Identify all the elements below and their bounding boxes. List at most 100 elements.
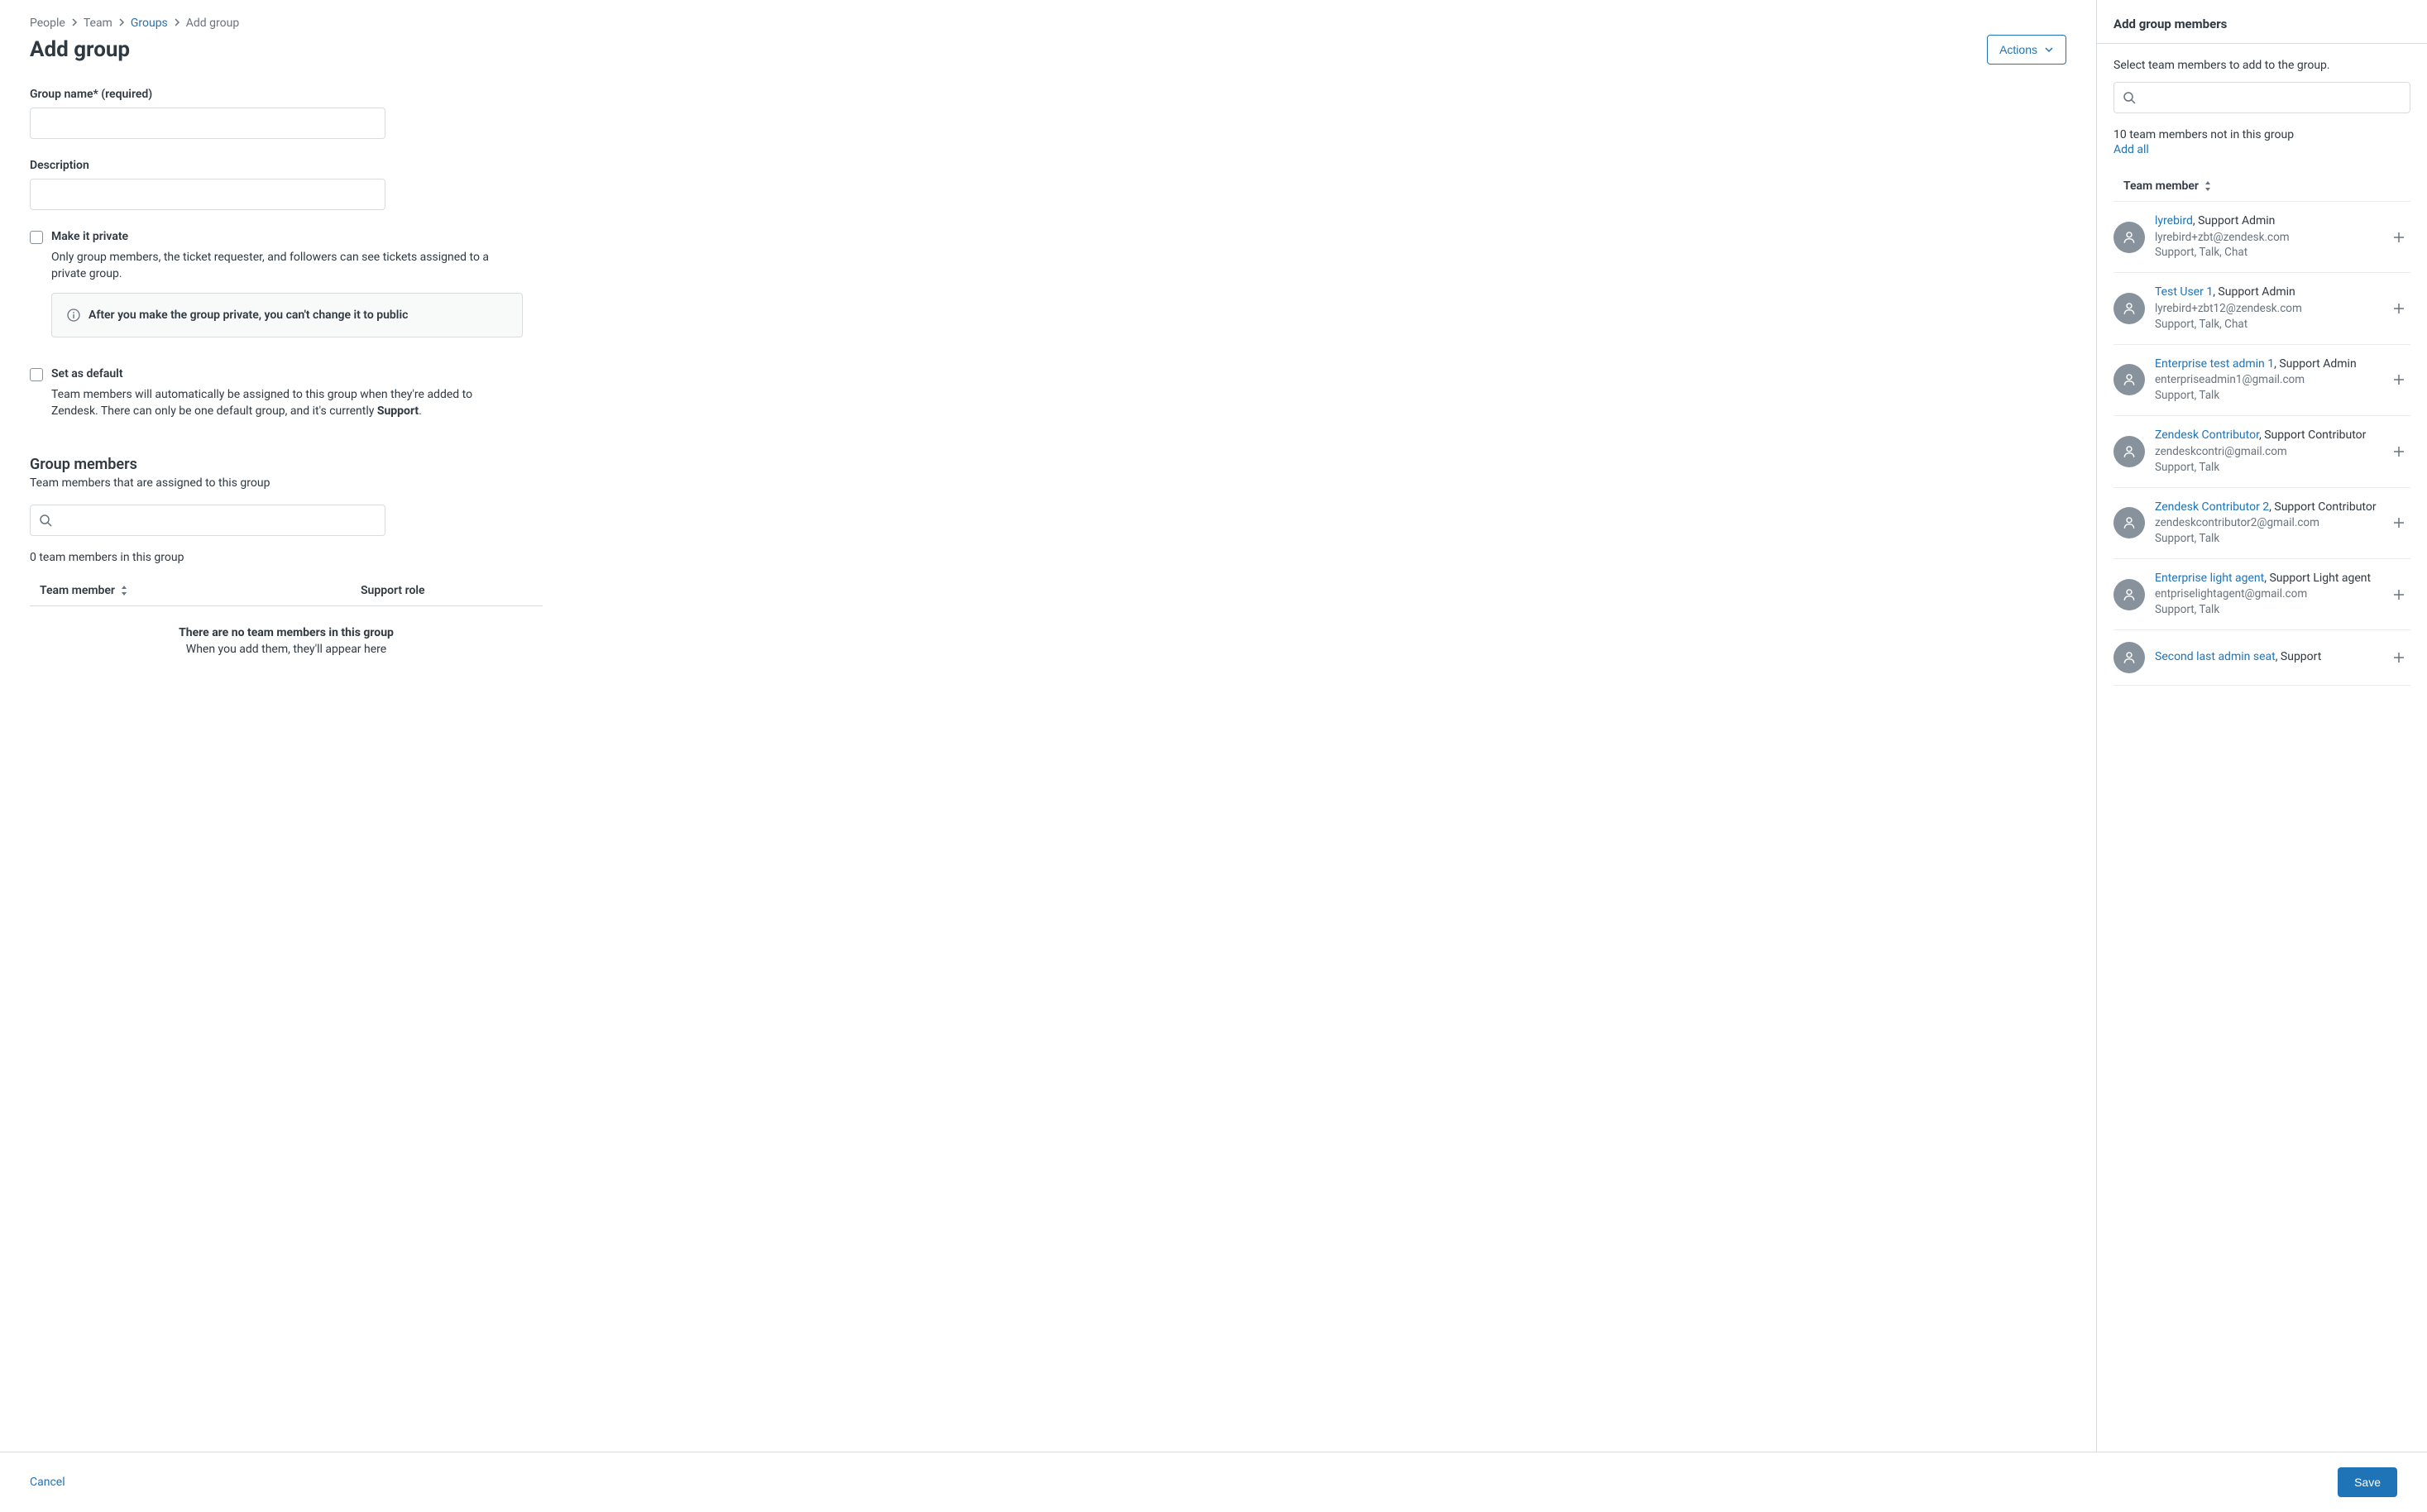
set-default-label[interactable]: Set as default: [51, 367, 123, 380]
group-members-title: Group members: [30, 456, 2066, 473]
member-name-link[interactable]: Zendesk Contributor 2: [2155, 500, 2269, 514]
chevron-right-icon: [70, 17, 79, 30]
member-row: Enterprise light agent, Support Light ag…: [2113, 559, 2410, 630]
member-products: Support, Talk: [2155, 388, 2377, 404]
breadcrumb-people[interactable]: People: [30, 17, 65, 30]
member-name-link[interactable]: Enterprise light agent: [2155, 572, 2264, 585]
member-email: entpriselightagent@gmail.com: [2155, 586, 2377, 602]
breadcrumb-current: Add group: [186, 17, 239, 30]
save-button[interactable]: Save: [2338, 1467, 2397, 1497]
sidebar-search[interactable]: [2113, 82, 2410, 113]
breadcrumb: People Team Groups Add group: [30, 17, 2066, 30]
member-name-link[interactable]: Zendesk Contributor: [2155, 428, 2259, 442]
member-email: lyrebird+zbt@zendesk.com: [2155, 230, 2377, 246]
set-default-checkbox[interactable]: [30, 368, 43, 381]
sidebar-hint: Select team members to add to the group.: [2113, 59, 2410, 72]
cancel-button[interactable]: Cancel: [30, 1476, 65, 1489]
avatar: [2113, 579, 2145, 610]
member-products: Support, Talk, Chat: [2155, 317, 2377, 333]
search-icon: [39, 514, 52, 527]
add-member-button[interactable]: [2387, 368, 2410, 391]
make-private-checkbox[interactable]: [30, 231, 43, 244]
member-role: , Support: [2276, 650, 2322, 663]
avatar: [2113, 293, 2145, 324]
description-input[interactable]: [30, 179, 385, 210]
member-email: lyrebird+zbt12@zendesk.com: [2155, 301, 2377, 317]
sidebar-search-input[interactable]: [2142, 91, 2401, 104]
make-private-label[interactable]: Make it private: [51, 230, 128, 243]
add-member-button[interactable]: [2387, 646, 2410, 669]
private-warning-text: After you make the group private, you ca…: [89, 309, 408, 322]
empty-sub: When you add them, they'll appear here: [30, 643, 543, 656]
group-members-search[interactable]: [30, 505, 385, 536]
member-products: Support, Talk: [2155, 531, 2377, 547]
member-email: zendeskcontributor2@gmail.com: [2155, 515, 2377, 531]
member-products: Support, Talk: [2155, 602, 2377, 618]
page-title: Add group: [30, 37, 130, 62]
member-row: Enterprise test admin 1, Support Adminen…: [2113, 345, 2410, 416]
member-info: Zendesk Contributor 2, Support Contribut…: [2155, 500, 2377, 547]
chevron-right-icon: [173, 17, 181, 30]
member-name-link[interactable]: Test User 1: [2155, 285, 2213, 299]
member-role: , Support Admin: [2274, 357, 2357, 371]
member-email: enterpriseadmin1@gmail.com: [2155, 372, 2377, 388]
avatar: [2113, 364, 2145, 395]
group-name-input[interactable]: [30, 108, 385, 139]
add-member-button[interactable]: [2387, 583, 2410, 606]
member-name-link[interactable]: Enterprise test admin 1: [2155, 357, 2274, 371]
member-role: , Support Admin: [2213, 285, 2295, 299]
chevron-right-icon: [117, 17, 126, 30]
member-info: Second last admin seat, Support: [2155, 649, 2377, 666]
group-name-label: Group name* (required): [30, 88, 543, 101]
avatar: [2113, 222, 2145, 253]
search-icon: [2123, 91, 2136, 104]
footer: Cancel Save: [0, 1452, 2427, 1512]
member-row: Second last admin seat, Support: [2113, 630, 2410, 686]
member-role: , Support Contributor: [2259, 428, 2366, 442]
empty-state: There are no team members in this group …: [30, 606, 543, 689]
member-email: zendeskcontri@gmail.com: [2155, 444, 2377, 460]
breadcrumb-groups[interactable]: Groups: [131, 17, 168, 30]
avatar: [2113, 507, 2145, 538]
actions-label: Actions: [1999, 43, 2037, 56]
avatar: [2113, 642, 2145, 673]
col-team-member[interactable]: Team member: [30, 584, 361, 597]
member-row: Test User 1, Support Admin lyrebird+zbt12…: [2113, 273, 2410, 344]
add-all-link[interactable]: Add all: [2113, 143, 2149, 156]
member-name-link[interactable]: Second last admin seat: [2155, 650, 2276, 663]
group-members-search-input[interactable]: [59, 514, 376, 527]
member-row: Zendesk Contributor 2, Support Contribut…: [2113, 488, 2410, 559]
member-products: Support, Talk: [2155, 460, 2377, 476]
chevron-down-icon: [2044, 45, 2054, 55]
sort-icon: [2204, 181, 2212, 191]
description-label: Description: [30, 159, 543, 172]
sidebar-count: 10 team members not in this group: [2113, 128, 2410, 141]
sidebar-title: Add group members: [2097, 0, 2427, 44]
add-member-button[interactable]: [2387, 440, 2410, 463]
breadcrumb-team[interactable]: Team: [84, 17, 112, 30]
group-members-count: 0 team members in this group: [30, 551, 2066, 564]
sort-icon: [120, 586, 128, 596]
member-name-link[interactable]: lyrebird: [2155, 214, 2193, 227]
add-member-button[interactable]: [2387, 297, 2410, 320]
member-info: Zendesk Contributor, Support Contributor…: [2155, 428, 2377, 475]
col-support-role[interactable]: Support role: [361, 584, 543, 597]
member-info: Test User 1, Support Admin lyrebird+zbt12…: [2155, 285, 2377, 332]
member-info: Enterprise test admin 1, Support Adminen…: [2155, 356, 2377, 404]
member-info: Enterprise light agent, Support Light ag…: [2155, 571, 2377, 618]
member-products: Support, Talk, Chat: [2155, 245, 2377, 261]
add-member-button[interactable]: [2387, 226, 2410, 249]
actions-button[interactable]: Actions: [1987, 35, 2066, 65]
add-member-button[interactable]: [2387, 511, 2410, 534]
info-icon: [67, 309, 80, 322]
member-row: Zendesk Contributor, Support Contributor…: [2113, 416, 2410, 487]
make-private-desc: Only group members, the ticket requester…: [51, 249, 515, 283]
set-default-desc: Team members will automatically be assig…: [51, 386, 515, 420]
member-role: , Support Light agent: [2264, 572, 2371, 585]
avatar: [2113, 436, 2145, 467]
member-row: lyrebird, Support Admin lyrebird+zbt@zend…: [2113, 202, 2410, 273]
sidebar-col-header[interactable]: Team member: [2113, 171, 2410, 202]
member-role: , Support Admin: [2193, 214, 2276, 227]
group-members-subtitle: Team members that are assigned to this g…: [30, 476, 2066, 490]
member-role: , Support Contributor: [2269, 500, 2376, 514]
